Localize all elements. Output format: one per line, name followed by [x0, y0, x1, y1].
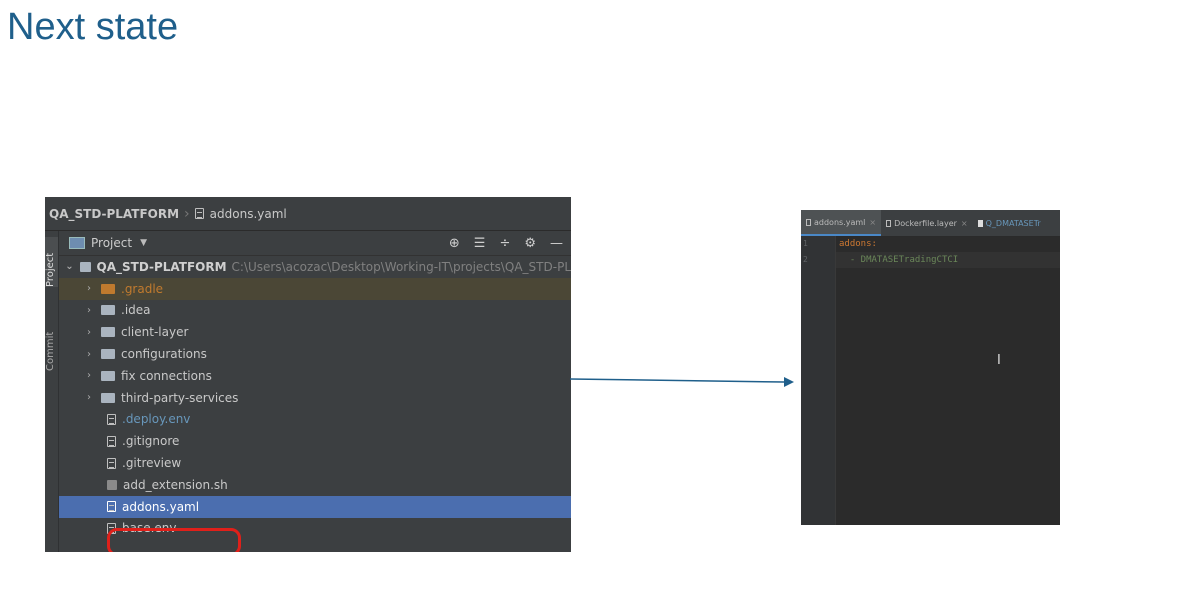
folder-icon: [101, 392, 115, 403]
tab-project[interactable]: Project: [45, 237, 58, 287]
tree-file-label: .deploy.env: [122, 412, 191, 427]
file-icon: [194, 208, 204, 219]
tree-file-label: .gitreview: [122, 456, 182, 471]
folder-icon: [101, 283, 115, 294]
project-tree: Project ▼ ⊕ ☰ ÷ ⚙ — ⌄ QA_STD-PLATFORM C:…: [59, 231, 571, 552]
tree-file[interactable]: .deploy.env: [59, 409, 571, 431]
expand-all-icon[interactable]: ☰: [474, 236, 486, 251]
folder-icon: [101, 370, 115, 381]
tree-folder[interactable]: › third-party-services: [59, 387, 571, 409]
locate-file-icon[interactable]: ⊕: [449, 236, 460, 251]
chevron-right-icon[interactable]: ›: [83, 305, 95, 316]
editor-tab-label: Q_DMATASETr: [985, 218, 1041, 228]
chevron-down-icon[interactable]: ⌄: [65, 261, 74, 272]
folder-icon: [80, 261, 91, 272]
editor-tab-label: addons.yaml: [814, 217, 866, 227]
chevron-right-icon[interactable]: ›: [83, 327, 95, 338]
highlight-outline: [107, 528, 241, 552]
project-tool-header: Project ▼ ⊕ ☰ ÷ ⚙ —: [59, 231, 571, 256]
tree-folder-label: third-party-services: [121, 390, 239, 405]
chevron-right-icon[interactable]: ›: [83, 392, 95, 403]
folder-icon: [101, 305, 115, 316]
file-icon: [806, 218, 811, 226]
tab-commit[interactable]: Commit: [45, 321, 58, 371]
chevron-right-icon[interactable]: ›: [83, 283, 95, 294]
breadcrumb-separator-icon: ›: [184, 205, 190, 222]
breadcrumb-file[interactable]: addons.yaml: [210, 207, 287, 221]
project-view-selector[interactable]: Project: [91, 236, 132, 250]
tree-folder-label: .idea: [121, 303, 151, 318]
code-editor: addons.yaml × Dockerfile.layer × Q_DMATA…: [801, 210, 1060, 525]
file-icon: [107, 435, 116, 447]
shell-script-icon: [107, 479, 117, 490]
slide-title: Next state: [7, 6, 179, 48]
editor-tab-label: Dockerfile.layer: [894, 218, 957, 228]
close-icon[interactable]: ×: [869, 218, 876, 227]
editor-tab[interactable]: addons.yaml ×: [801, 210, 882, 236]
tree-folder[interactable]: › .gradle: [59, 277, 571, 300]
folder-icon: [101, 349, 115, 360]
file-icon: [107, 457, 116, 469]
text-cursor-icon: I: [997, 353, 1001, 368]
close-icon[interactable]: ×: [961, 219, 968, 228]
folder-icon: [101, 327, 115, 338]
line-number-gutter: 1 2: [801, 236, 836, 525]
tree-file-label: .gitignore: [122, 434, 180, 449]
editor-tab[interactable]: Q_DMATASETr: [973, 210, 1046, 236]
chevron-right-icon[interactable]: ›: [83, 370, 95, 381]
tree-folder[interactable]: › client-layer: [59, 321, 571, 343]
code-line[interactable]: - DMATASETradingCTCI: [836, 252, 1060, 268]
gear-icon[interactable]: ⚙: [524, 236, 536, 251]
line-number: 1: [803, 239, 808, 248]
tree-folder[interactable]: › configurations: [59, 343, 571, 365]
tree-folder-label: client-layer: [121, 325, 189, 340]
file-icon: [107, 501, 116, 513]
tree-folder[interactable]: › .idea: [59, 300, 571, 322]
yaml-list-item: - DMATASETradingCTCI: [839, 255, 959, 265]
breadcrumb-root[interactable]: QA_STD-PLATFORM: [49, 207, 179, 221]
tree-file[interactable]: .gitreview: [59, 452, 571, 474]
yaml-key: addons:: [839, 239, 877, 249]
chevron-down-icon[interactable]: ▼: [140, 238, 147, 248]
project-view-icon: [69, 237, 85, 249]
side-tool-strip: Project Commit: [45, 231, 59, 552]
chevron-right-icon[interactable]: ›: [83, 349, 95, 360]
file-icon: [107, 413, 116, 425]
tree-folder-label: configurations: [121, 347, 207, 362]
tree-root[interactable]: ⌄ QA_STD-PLATFORM C:\Users\acozac\Deskto…: [59, 256, 571, 278]
file-icon: [977, 219, 983, 227]
file-icon: [886, 219, 892, 227]
collapse-all-icon[interactable]: ÷: [499, 236, 510, 251]
tree-file-selected[interactable]: addons.yaml: [59, 495, 571, 518]
code-area[interactable]: addons: - DMATASETradingCTCI: [836, 236, 1060, 525]
transition-arrow-icon: [570, 377, 794, 387]
tree-file-label: add_extension.sh: [123, 477, 228, 492]
tree-folder-label: .gradle: [121, 281, 164, 296]
tree-file-label: addons.yaml: [122, 499, 200, 514]
tree-folder[interactable]: › fix connections: [59, 365, 571, 387]
ide-project-window: QA_STD-PLATFORM › addons.yaml Project Co…: [45, 197, 571, 552]
line-number: 2: [803, 255, 808, 264]
breadcrumb: QA_STD-PLATFORM › addons.yaml: [45, 197, 571, 231]
tree-file[interactable]: .gitignore: [59, 430, 571, 452]
tree-folder-label: fix connections: [121, 368, 212, 383]
editor-tab[interactable]: Dockerfile.layer ×: [881, 210, 973, 236]
hide-icon[interactable]: —: [550, 236, 563, 251]
code-line[interactable]: addons:: [836, 236, 1060, 252]
tree-file[interactable]: add_extension.sh: [59, 474, 571, 496]
tree-root-path: C:\Users\acozac\Desktop\Working-IT\proje…: [231, 259, 571, 274]
tree-root-name: QA_STD-PLATFORM: [96, 259, 227, 274]
editor-tab-bar: addons.yaml × Dockerfile.layer × Q_DMATA…: [801, 210, 1060, 237]
